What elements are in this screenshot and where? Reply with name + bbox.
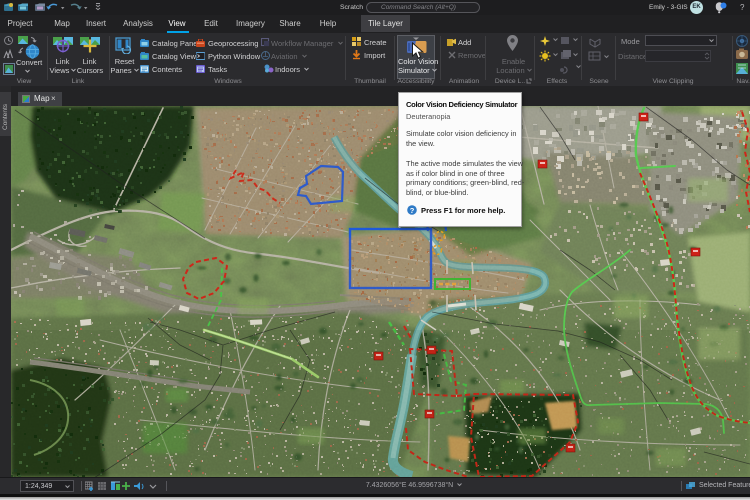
svg-text:?: ? <box>410 206 415 215</box>
